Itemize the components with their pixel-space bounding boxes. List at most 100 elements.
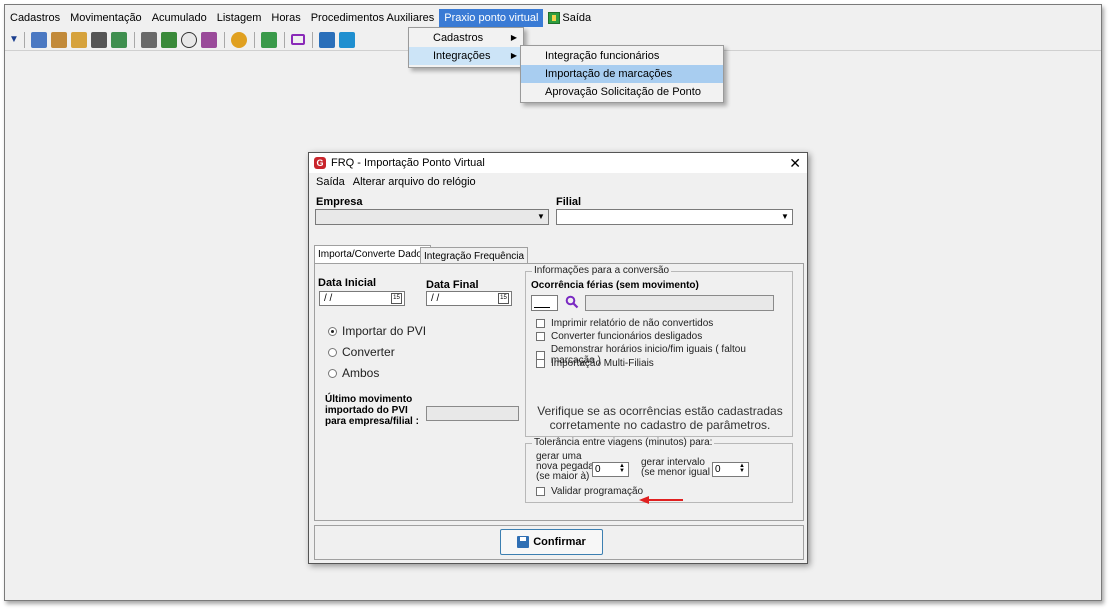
dropdown-item-cadastros[interactable]: Cadastros ▶: [409, 29, 523, 47]
chk-converter-desligados[interactable]: Converter funcionários desligados: [536, 331, 702, 342]
down-arrows-icon[interactable]: ▼: [9, 32, 19, 48]
ultimo-movimento-line-3: para empresa/filial :: [325, 416, 419, 427]
submenu-item-integracao-funcionarios[interactable]: Integração funcionários: [521, 47, 723, 65]
menu-listagem[interactable]: Listagem: [212, 9, 267, 27]
gerar-nova-pegada-spinner[interactable]: 0 ▲ ▼: [592, 462, 629, 477]
gerar-nova-pegada-line-3: (se maior à): [536, 471, 590, 482]
data-inicial-input[interactable]: / / 15: [319, 291, 405, 306]
calendar-icon[interactable]: 15: [498, 293, 509, 304]
data-inicial-value: / /: [324, 293, 333, 304]
gerar-nova-pegada-value: 0: [595, 464, 601, 475]
data-final-label: Data Final: [426, 279, 479, 291]
submenu-arrow-icon: ▶: [510, 51, 517, 60]
calculator-icon[interactable]: [91, 31, 107, 48]
spinner-arrows-icon[interactable]: ▲ ▼: [737, 463, 747, 475]
info-conversao-title: Informações para a conversão: [532, 265, 672, 276]
pie-chart-icon[interactable]: [231, 31, 247, 48]
info-message-line-2: corretamente no cadastro de parâmetros.: [549, 418, 771, 432]
clock-report-icon[interactable]: [201, 31, 217, 48]
ocorrencia-code-input[interactable]: [531, 295, 558, 311]
confirmar-label: Confirmar: [533, 536, 586, 548]
menu-movimentacao[interactable]: Movimentação: [65, 9, 147, 27]
toolbar-separator: [284, 31, 285, 48]
checklist-icon[interactable]: [161, 31, 177, 48]
radio-indicator: [328, 347, 337, 357]
menu-procedimentos-auxiliares[interactable]: Procedimentos Auxiliares: [306, 9, 440, 27]
confirm-panel: Confirmar: [314, 525, 804, 560]
radio-ambos-label: Ambos: [342, 366, 380, 380]
tab-importa-converte[interactable]: Importa/Converte Dados: [314, 245, 431, 264]
submenu-arrow-icon: ▶: [510, 33, 517, 42]
chk-imprimir-relatorio-label: Imprimir relatório de não convertidos: [551, 318, 714, 329]
empresa-combo[interactable]: ▼: [315, 209, 549, 225]
close-icon[interactable]: ✕: [789, 154, 801, 172]
info-conversao-group: Informações para a conversão Ocorrência …: [525, 265, 793, 437]
tolerancia-title: Tolerância entre viagens (minutos) para:: [532, 437, 715, 448]
people-icon[interactable]: [141, 31, 157, 48]
chevron-down-icon[interactable]: ▼: [779, 211, 791, 223]
chk-importacao-multifiliais[interactable]: Importação Multi-Filiais: [536, 358, 654, 369]
users-icon[interactable]: [51, 31, 67, 48]
org-chart-icon[interactable]: [31, 31, 47, 48]
exit-door-icon: [548, 12, 561, 24]
toolbar-separator: [24, 31, 25, 48]
search-icon[interactable]: [565, 295, 579, 309]
dropdown-item-cadastros-label: Cadastros: [433, 32, 484, 44]
dialog-menu-saida[interactable]: Saída: [312, 176, 349, 188]
ultimo-movimento-line-2: importado do PVI: [325, 405, 408, 416]
ocorrencia-label: Ocorrência férias (sem movimento): [531, 280, 699, 291]
radio-importar-pvi-label: Importar do PVI: [342, 324, 427, 338]
exit-icon[interactable]: [261, 31, 277, 48]
spinner-arrows-icon[interactable]: ▲ ▼: [617, 463, 627, 475]
radio-converter-label: Converter: [342, 345, 395, 359]
menu-saida[interactable]: Saída: [543, 9, 596, 27]
monitor-icon[interactable]: [291, 34, 305, 45]
calendar-icon[interactable]: 15: [391, 293, 402, 304]
tab-panel: Data Inicial / / 15 Data Final / / 15 Im…: [314, 263, 804, 521]
dropdown-item-integracoes[interactable]: Integrações ▶: [409, 47, 523, 65]
tolerancia-group: Tolerância entre viagens (minutos) para:…: [525, 437, 793, 503]
menu-saida-label: Saída: [562, 12, 592, 24]
confirmar-button[interactable]: Confirmar: [500, 529, 603, 555]
folder-icon[interactable]: [71, 31, 87, 48]
menu-cadastros[interactable]: Cadastros: [5, 9, 65, 27]
radio-importar-pvi[interactable]: Importar do PVI: [328, 324, 426, 338]
report-icon[interactable]: [111, 31, 127, 48]
chk-validar-programacao[interactable]: Validar programação: [536, 486, 643, 497]
radio-indicator: [328, 368, 337, 378]
toolbar-separator: [134, 31, 135, 48]
menu-horas[interactable]: Horas: [266, 9, 305, 27]
data-final-input[interactable]: / / 15: [426, 291, 512, 306]
chk-converter-desligados-label: Converter funcionários desligados: [551, 331, 703, 342]
radio-ambos[interactable]: Ambos: [328, 366, 379, 380]
submenu-item-aprovacao-solicitacao[interactable]: Aprovação Solicitação de Ponto: [521, 83, 723, 101]
checkbox: [536, 319, 545, 328]
chk-imprimir-relatorio[interactable]: Imprimir relatório de não convertidos: [536, 318, 713, 329]
g-logo-icon[interactable]: [339, 31, 355, 48]
main-menubar: Cadastros Movimentação Acumulado Listage…: [5, 8, 1101, 28]
empresa-label: Empresa: [316, 196, 363, 208]
gerar-intervalo-label: gerar intervalo (se menor igual à): [641, 458, 722, 478]
checkbox: [536, 487, 545, 496]
gerar-intervalo-spinner[interactable]: 0 ▲ ▼: [712, 462, 749, 477]
chk-importacao-multifiliais-label: Importação Multi-Filiais: [551, 358, 654, 369]
menu-praxio-ponto-virtual[interactable]: Praxio ponto virtual: [439, 9, 544, 27]
submenu-item-importacao-marcacoes[interactable]: Importação de marcações: [521, 65, 723, 83]
filial-label: Filial: [556, 196, 582, 208]
filial-combo[interactable]: ▼: [556, 209, 793, 225]
stopwatch-icon[interactable]: [181, 31, 197, 48]
praxio-dropdown-menu: Cadastros ▶ Integrações ▶: [408, 27, 524, 68]
checkbox: [536, 359, 545, 368]
tools-icon[interactable]: [319, 31, 335, 48]
menu-acumulado[interactable]: Acumulado: [147, 9, 212, 27]
dialog-menu-alterar-arquivo[interactable]: Alterar arquivo do relógio: [349, 176, 480, 188]
checkbox: [536, 332, 545, 341]
floppy-disk-icon: [517, 536, 530, 548]
dropdown-item-integracoes-label: Integrações: [433, 50, 491, 62]
text-cursor: [534, 307, 550, 308]
chk-validar-programacao-label: Validar programação: [551, 486, 644, 497]
chevron-down-icon[interactable]: ▼: [535, 211, 547, 223]
gerar-intervalo-value: 0: [715, 464, 721, 475]
radio-converter[interactable]: Converter: [328, 345, 395, 359]
dialog-title: FRQ - Importação Ponto Virtual: [331, 157, 485, 169]
